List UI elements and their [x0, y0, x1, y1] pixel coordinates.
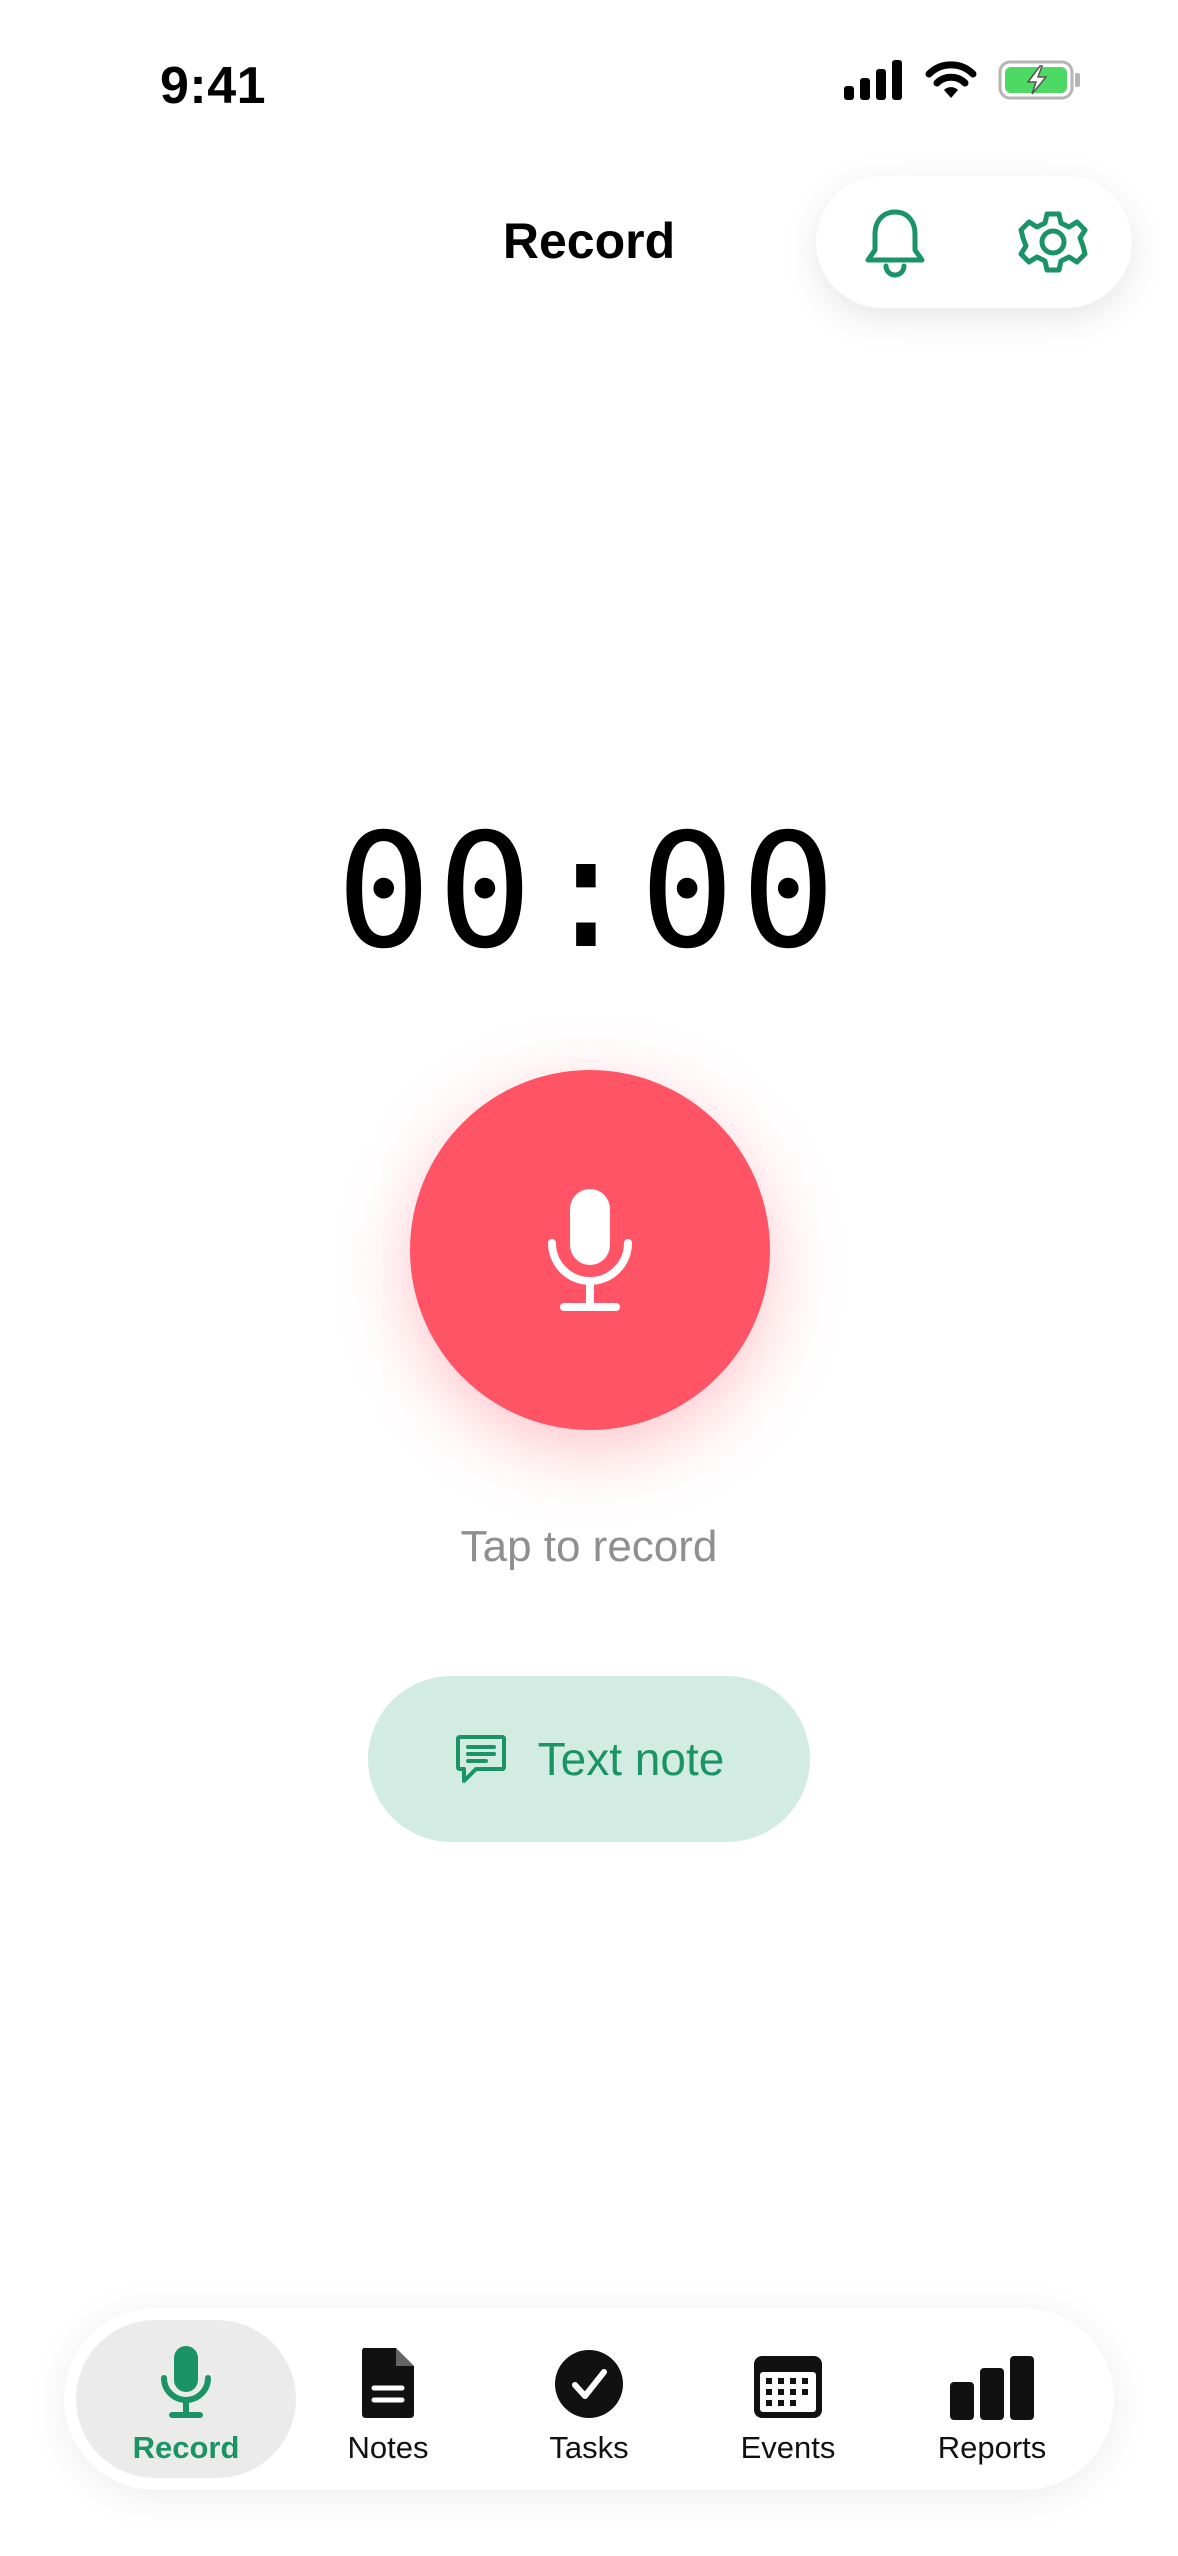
- tab-tasks-label: Tasks: [549, 2430, 629, 2465]
- record-button[interactable]: [410, 1070, 770, 1430]
- tab-notes-label: Notes: [347, 2430, 429, 2465]
- battery-charging-icon: [998, 60, 1080, 100]
- settings-button[interactable]: [1008, 197, 1098, 287]
- checkmark-circle-icon: [555, 2350, 623, 2418]
- tab-bar: Record Notes Tasks Events Reports: [64, 2308, 1114, 2490]
- microphone-icon: [161, 2346, 211, 2418]
- tab-events[interactable]: Events: [678, 2320, 898, 2478]
- notifications-button[interactable]: [850, 197, 940, 287]
- microphone-icon: [548, 1189, 632, 1311]
- gear-icon: [1018, 211, 1088, 273]
- recording-timer: 00:00: [336, 800, 842, 984]
- cellular-signal-icon: [844, 60, 902, 100]
- tab-record[interactable]: Record: [76, 2320, 296, 2478]
- text-note-button[interactable]: Text note: [368, 1676, 810, 1842]
- tab-record-label: Record: [132, 2430, 240, 2465]
- status-bar: 9:41: [0, 0, 1178, 170]
- record-hint: Tap to record: [460, 1522, 718, 1571]
- status-time: 9:41: [160, 57, 267, 115]
- bar-chart-icon: [950, 2356, 1034, 2420]
- header-actions: [816, 176, 1132, 308]
- text-note-label: Text note: [537, 1733, 725, 1785]
- wifi-icon: [925, 61, 977, 98]
- tab-reports[interactable]: Reports: [882, 2320, 1102, 2478]
- document-icon: [362, 2348, 414, 2418]
- tab-reports-label: Reports: [937, 2430, 1047, 2465]
- chat-bubble-icon: [455, 1735, 506, 1783]
- status-icons: [844, 60, 1082, 100]
- bell-icon: [865, 209, 925, 278]
- tab-events-label: Events: [740, 2430, 836, 2465]
- tab-tasks[interactable]: Tasks: [479, 2320, 699, 2478]
- calendar-icon: [754, 2356, 822, 2418]
- tab-notes[interactable]: Notes: [278, 2320, 498, 2478]
